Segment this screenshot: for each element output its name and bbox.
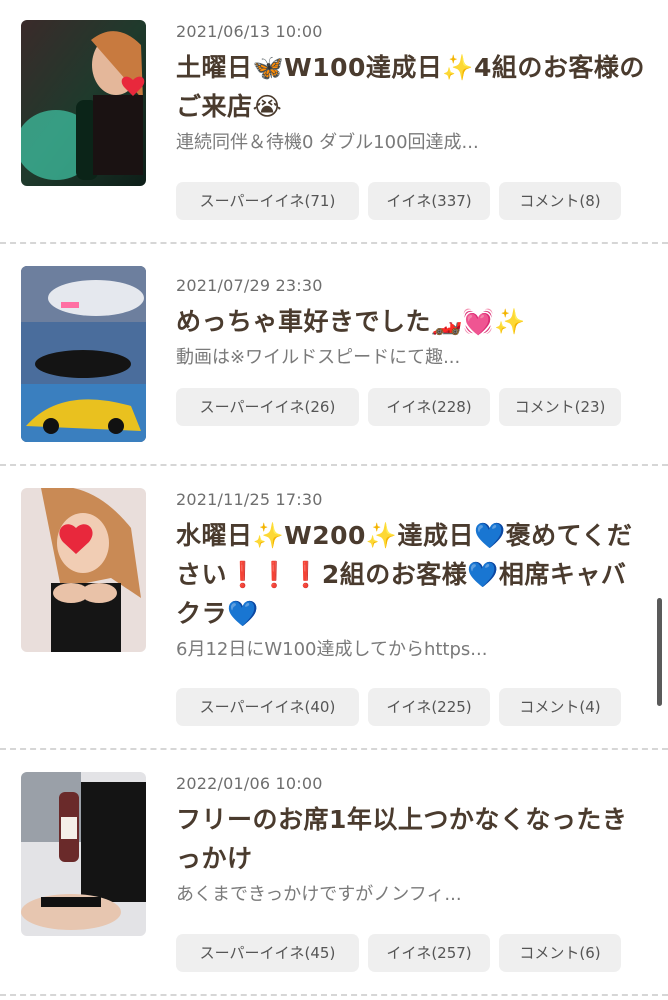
super-like-button[interactable]: スーパーイイネ(71) <box>176 182 359 220</box>
super-like-button[interactable]: スーパーイイネ(40) <box>176 688 359 726</box>
scrollbar[interactable] <box>657 598 662 706</box>
post-date: 2021/06/13 10:00 <box>176 22 323 41</box>
like-button[interactable]: イイネ(257) <box>368 934 490 972</box>
blog-feed: 2021/06/13 10:00 土曜日🦋W100達成日✨4組のお客様のご来店😭… <box>0 0 668 996</box>
reaction-buttons: スーパーイイネ(71) イイネ(337) コメント(8) <box>176 182 621 220</box>
post-excerpt: 6月12日にW100達成してからhttps... <box>176 639 488 660</box>
reaction-buttons: スーパーイイネ(45) イイネ(257) コメント(6) <box>176 934 621 972</box>
comment-button[interactable]: コメント(23) <box>499 388 621 426</box>
comment-button[interactable]: コメント(4) <box>499 688 621 726</box>
post-thumbnail[interactable] <box>21 20 146 186</box>
post-date: 2021/07/29 23:30 <box>176 276 323 295</box>
post-excerpt: 連続同伴＆待機0 ダブル100回達成... <box>176 132 479 153</box>
photo-image <box>21 488 146 652</box>
post-excerpt: 動画は※ワイルドスピードにて趣... <box>176 347 461 368</box>
reaction-buttons: スーパーイイネ(26) イイネ(228) コメント(23) <box>176 388 621 426</box>
post-thumbnail[interactable] <box>21 772 146 936</box>
post-title[interactable]: 水曜日✨W200✨達成日💙褒めてください❗❗❗2組のお客様💙相席キャバクラ💙 <box>176 516 648 633</box>
photo-image <box>21 772 146 936</box>
reaction-buttons: スーパーイイネ(40) イイネ(225) コメント(4) <box>176 688 621 726</box>
photo-image <box>21 20 146 186</box>
like-button[interactable]: イイネ(225) <box>368 688 490 726</box>
like-button[interactable]: イイネ(337) <box>368 182 490 220</box>
post-title[interactable]: 土曜日🦋W100達成日✨4組のお客様のご来店😭 <box>176 48 648 126</box>
blog-post[interactable]: 2021/11/25 17:30 水曜日✨W200✨達成日💙褒めてください❗❗❗… <box>0 466 668 750</box>
like-button[interactable]: イイネ(228) <box>368 388 490 426</box>
super-like-button[interactable]: スーパーイイネ(26) <box>176 388 359 426</box>
post-title[interactable]: めっちゃ車好きでした🏎️💓✨ <box>176 302 648 341</box>
blog-post[interactable]: 2021/06/13 10:00 土曜日🦋W100達成日✨4組のお客様のご来店😭… <box>0 0 668 244</box>
blog-post[interactable]: 2022/01/06 10:00 フリーのお席1年以上つかなくなったきっかけ あ… <box>0 750 668 996</box>
post-thumbnail[interactable] <box>21 266 146 442</box>
blog-post[interactable]: 2021/07/29 23:30 めっちゃ車好きでした🏎️💓✨ 動画は※ワイルド… <box>0 244 668 466</box>
post-thumbnail[interactable] <box>21 488 146 652</box>
super-like-button[interactable]: スーパーイイネ(45) <box>176 934 359 972</box>
photo-image <box>21 266 146 442</box>
comment-button[interactable]: コメント(8) <box>499 182 621 220</box>
post-date: 2022/01/06 10:00 <box>176 774 323 793</box>
post-excerpt: あくまできっかけですがノンフィ... <box>176 884 462 905</box>
comment-button[interactable]: コメント(6) <box>499 934 621 972</box>
post-title[interactable]: フリーのお席1年以上つかなくなったきっかけ <box>176 800 648 878</box>
post-date: 2021/11/25 17:30 <box>176 490 323 509</box>
